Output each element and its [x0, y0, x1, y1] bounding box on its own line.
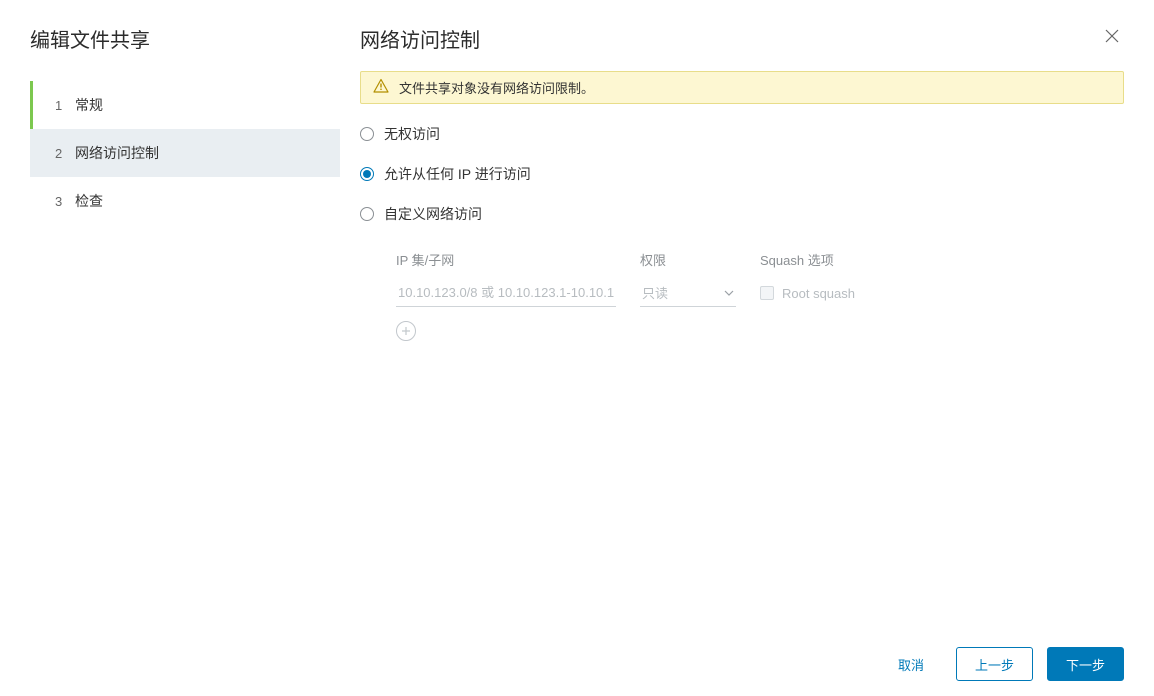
wizard-step-label: 检查: [75, 191, 103, 211]
radio-label: 无权访问: [384, 124, 440, 144]
ip-subnet-input[interactable]: [396, 279, 616, 307]
add-row-container: [396, 321, 1124, 341]
warning-alert: 文件共享对象没有网络访问限制。: [360, 71, 1124, 104]
back-button[interactable]: 上一步: [956, 647, 1033, 681]
header-permission: 权限: [640, 250, 760, 269]
dialog-footer: 取消 上一步 下一步: [0, 632, 1154, 696]
edit-file-share-dialog: 编辑文件共享 1 常规 2 网络访问控制 3 检查 网络访问控制: [0, 0, 1154, 696]
cancel-button[interactable]: 取消: [880, 647, 942, 681]
wizard-step-number: 1: [55, 98, 71, 113]
custom-access-block: IP 集/子网 权限 Squash 选项 只读: [360, 250, 1124, 341]
dialog-title: 编辑文件共享: [30, 24, 340, 53]
dialog-main: 网络访问控制 文件共享对象没有网络: [340, 0, 1154, 632]
wizard-step-general[interactable]: 1 常规: [30, 81, 340, 129]
wizard-step-label: 网络访问控制: [75, 143, 159, 163]
page-title: 网络访问控制: [360, 24, 480, 53]
custom-access-row: 只读 Root squash: [396, 279, 1124, 307]
main-header: 网络访问控制: [360, 24, 1124, 53]
radio-icon: [360, 167, 374, 181]
close-icon: [1104, 28, 1120, 44]
warning-icon: [373, 78, 389, 97]
access-option-none[interactable]: 无权访问: [360, 124, 1124, 144]
radio-label: 允许从任何 IP 进行访问: [384, 164, 531, 184]
wizard-step-review[interactable]: 3 检查: [30, 177, 340, 225]
wizard-steps: 1 常规 2 网络访问控制 3 检查: [30, 81, 340, 225]
radio-icon: [360, 127, 374, 141]
permission-select[interactable]: 只读: [640, 279, 736, 307]
radio-label: 自定义网络访问: [384, 204, 482, 224]
wizard-sidebar: 编辑文件共享 1 常规 2 网络访问控制 3 检查: [0, 0, 340, 632]
radio-icon: [360, 207, 374, 221]
add-row-button[interactable]: [396, 321, 416, 341]
chevron-down-icon: [724, 288, 734, 298]
permission-value: 只读: [642, 283, 668, 302]
wizard-step-number: 3: [55, 194, 71, 209]
header-ip-subnet: IP 集/子网: [396, 250, 640, 269]
next-button[interactable]: 下一步: [1047, 647, 1124, 681]
access-option-any-ip[interactable]: 允许从任何 IP 进行访问: [360, 164, 1124, 184]
access-option-custom[interactable]: 自定义网络访问: [360, 204, 1124, 224]
close-button[interactable]: [1100, 24, 1124, 48]
custom-access-headers: IP 集/子网 权限 Squash 选项: [396, 250, 1124, 269]
access-radio-group: 无权访问 允许从任何 IP 进行访问 自定义网络访问 IP 集/子网 权限 Sq…: [360, 124, 1124, 341]
checkbox-icon: [760, 286, 774, 300]
root-squash-label: Root squash: [782, 286, 855, 301]
wizard-step-number: 2: [55, 146, 71, 161]
header-squash: Squash 选项: [760, 250, 1124, 269]
root-squash-option[interactable]: Root squash: [760, 286, 855, 301]
warning-text: 文件共享对象没有网络访问限制。: [399, 78, 594, 97]
plus-icon: [401, 326, 411, 336]
dialog-body: 编辑文件共享 1 常规 2 网络访问控制 3 检查 网络访问控制: [0, 0, 1154, 632]
wizard-step-label: 常规: [75, 95, 103, 115]
wizard-step-network-access[interactable]: 2 网络访问控制: [30, 129, 340, 177]
